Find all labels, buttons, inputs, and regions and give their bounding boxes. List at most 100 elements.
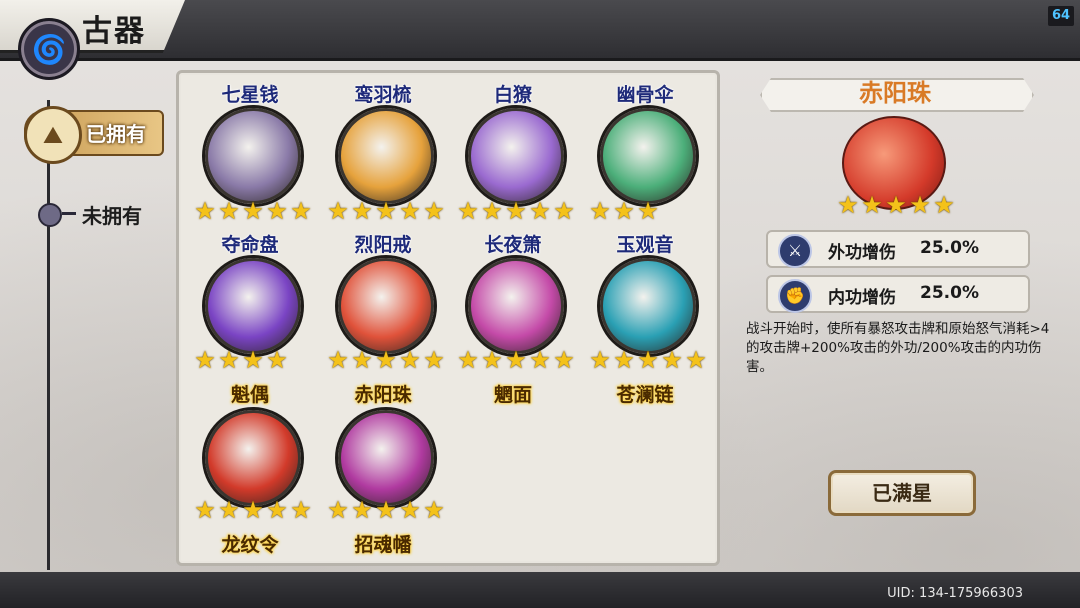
star-rating: ★ ★ ★ ★ ★ [588,348,708,372]
star-icon: ★ [553,197,575,225]
star-icon: ★ [327,197,349,225]
star-icon: ★ [637,197,659,225]
tab-unowned[interactable]: 未拥有 [38,202,168,228]
star-rating: ★ ★ ★ ★ ★ [326,348,446,372]
star-icon: ★ [218,197,240,225]
star-icon: ★ [290,496,312,524]
blade-icon: ⚔ [778,234,812,268]
artifact-icon [205,410,301,506]
detail-title: 赤阳珠 [859,79,931,107]
star-rating: ★ ★ ★ ★ ★ [193,498,313,522]
star-icon: ★ [685,346,707,374]
star-icon: ★ [481,197,503,225]
star-icon: ★ [423,346,445,374]
star-rating: ★ ★ ★ ★ ★ [456,348,576,372]
star-icon: ★ [327,346,349,374]
star-rating: ★ ★ ★ ★ ★ [193,199,313,223]
star-icon: ★ [218,496,240,524]
artifact-icon [338,258,434,354]
star-icon: ★ [637,346,659,374]
star-icon: ★ [351,346,373,374]
star-rating: ★ ★ ★ ★ ★ [456,199,576,223]
artifact-icon [600,258,696,354]
artifact-card[interactable]: 龙纹令 [185,0,315,556]
artifact-name: 魍面 [493,384,532,406]
artifact-name: 夺命盘 [221,234,279,256]
star-rating: ★ ★ ★ ★ [193,348,313,372]
star-icon: ★ [266,197,288,225]
stat-row: ⚔ 外功增伤 25.0% [766,230,1030,268]
star-icon: ★ [375,197,397,225]
star-icon: ★ [290,197,312,225]
star-icon: ★ [242,346,264,374]
uid-label: UID: 134-175966303 [887,586,1023,601]
star-icon: ★ [242,496,264,524]
star-icon: ★ [457,346,479,374]
star-icon: ★ [399,346,421,374]
star-icon: ★ [351,197,373,225]
artifact-name: 长夜箫 [484,234,542,256]
star-icon: ★ [529,346,551,374]
artifact-icon [205,258,301,354]
back-button[interactable]: 🌀 [18,18,80,80]
tab-owned[interactable]: ⛰ 已拥有 [24,106,164,164]
stat-label: 内功增伤 [828,288,896,308]
star-icon: ★ [423,496,445,524]
star-icon: ★ [399,496,421,524]
stat-value: 25.0% [920,283,979,303]
star-icon: ★ [589,197,611,225]
tab-unowned-dot [38,203,62,227]
star-rating: ★ ★ ★ ★ ★ [326,498,446,522]
star-icon: ★ [481,346,503,374]
star-icon: ★ [861,191,883,219]
star-icon: ★ [266,496,288,524]
fps-counter: 64 [1048,6,1074,26]
max-stars-button[interactable]: 已满星 [828,470,976,516]
star-icon: ★ [375,496,397,524]
stat-value: 25.0% [920,238,979,258]
star-icon: ★ [242,197,264,225]
stat-label: 外功增伤 [828,243,896,263]
artifact-name: 招魂幡 [354,534,412,556]
star-icon: ★ [553,346,575,374]
artifact-card[interactable]: 苍澜链 [580,0,710,406]
star-icon: ★ [399,197,421,225]
artifact-name: 魁偶 [230,384,269,406]
star-rating: ★ ★ ★ [588,199,708,223]
star-icon: ★ [351,496,373,524]
star-icon: ★ [933,191,955,219]
artifact-card[interactable]: 魍面 [448,0,578,406]
star-icon: ★ [266,346,288,374]
artifact-description: 战斗开始时，使所有暴怒攻击牌和原始怒气消耗>4的攻击牌+200%攻击的外功/20… [746,321,1050,375]
swirl-back-icon: 🌀 [31,32,67,66]
star-icon: ★ [613,197,635,225]
artifact-name: 龙纹令 [221,534,279,556]
star-icon: ★ [194,197,216,225]
star-icon: ★ [885,191,907,219]
star-icon: ★ [375,346,397,374]
fist-icon: ✊ [778,279,812,313]
star-icon: ★ [327,496,349,524]
tab-line [47,100,50,570]
artifact-name: 烈阳戒 [354,234,412,256]
star-icon: ★ [529,197,551,225]
star-icon: ★ [505,197,527,225]
star-icon: ★ [909,191,931,219]
artifact-card[interactable]: 招魂幡 [318,0,448,556]
tab-unowned-label: 未拥有 [82,204,142,228]
star-icon: ★ [837,191,859,219]
star-icon: ★ [194,346,216,374]
detail-stars: ★ ★ ★ ★ ★ [836,193,956,217]
star-icon: ★ [589,346,611,374]
star-icon: ★ [457,197,479,225]
tab-unowned-dash [62,212,76,215]
star-rating: ★ ★ ★ ★ ★ [326,199,446,223]
artifact-name: 玉观音 [616,234,674,256]
artifact-icon [338,410,434,506]
star-icon: ★ [218,346,240,374]
artifact-name: 苍澜链 [616,384,674,406]
star-icon: ★ [613,346,635,374]
tab-owned-label: 已拥有 [86,122,146,146]
stat-row: ✊ 内功增伤 25.0% [766,275,1030,313]
star-icon: ★ [194,496,216,524]
